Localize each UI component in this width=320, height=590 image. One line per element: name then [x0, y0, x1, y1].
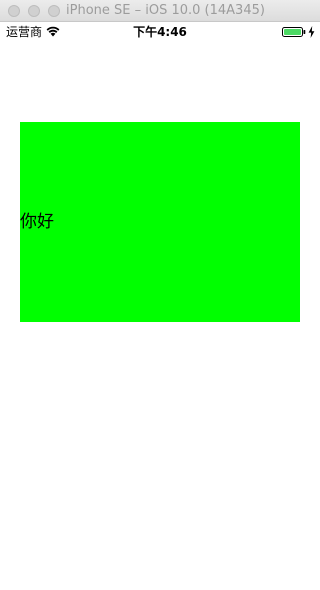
battery-icon [282, 27, 306, 37]
bolt-icon [308, 26, 315, 38]
window-title: iPhone SE – iOS 10.0 (14A345) [66, 3, 265, 18]
status-bar: 运营商 下午4:46 [0, 22, 320, 42]
minimize-window-button[interactable] [28, 5, 40, 17]
close-window-button[interactable] [8, 5, 20, 17]
green-view: 你好 [20, 122, 300, 322]
maximize-window-button[interactable] [48, 5, 60, 17]
status-time: 下午4:46 [133, 25, 187, 39]
app-content: 你好 [0, 42, 320, 590]
simulator-titlebar: iPhone SE – iOS 10.0 (14A345) [0, 0, 320, 22]
hello-label: 你好 [20, 212, 54, 232]
